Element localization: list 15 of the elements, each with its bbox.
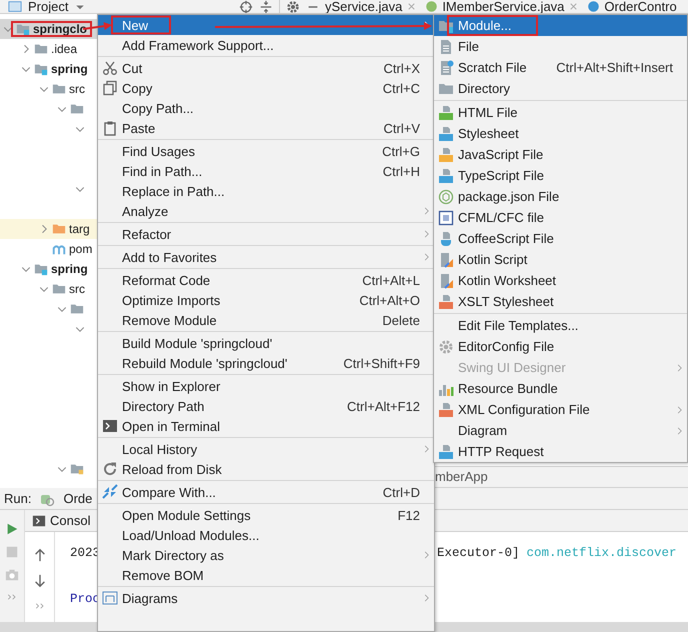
console-text: com.netflix.discover: [526, 545, 677, 562]
shortcut-label: Delete: [382, 312, 420, 328]
shortcut-label: Ctrl+Alt+O: [359, 292, 420, 308]
console-text: Executor-0]: [437, 545, 520, 562]
shortcut-label: Ctrl+Alt+F12: [347, 398, 420, 414]
shortcut-label: Ctrl+H: [382, 164, 420, 178]
shortcut-label: Ctrl+G: [382, 144, 420, 158]
shortcut-label: Ctrl+X: [384, 60, 420, 76]
shortcut-label: Ctrl+C: [382, 80, 420, 96]
shortcut-label: Ctrl+Shift+F9: [343, 356, 420, 370]
shortcut-label: Ctrl+Alt+Shift+Insert: [556, 60, 673, 75]
shortcut-label: Ctrl+Alt+L: [362, 272, 420, 288]
panel-title: Run:: [4, 491, 32, 506]
shortcut-label: F12: [398, 508, 420, 522]
shortcut-label: Ctrl+V: [384, 120, 420, 136]
